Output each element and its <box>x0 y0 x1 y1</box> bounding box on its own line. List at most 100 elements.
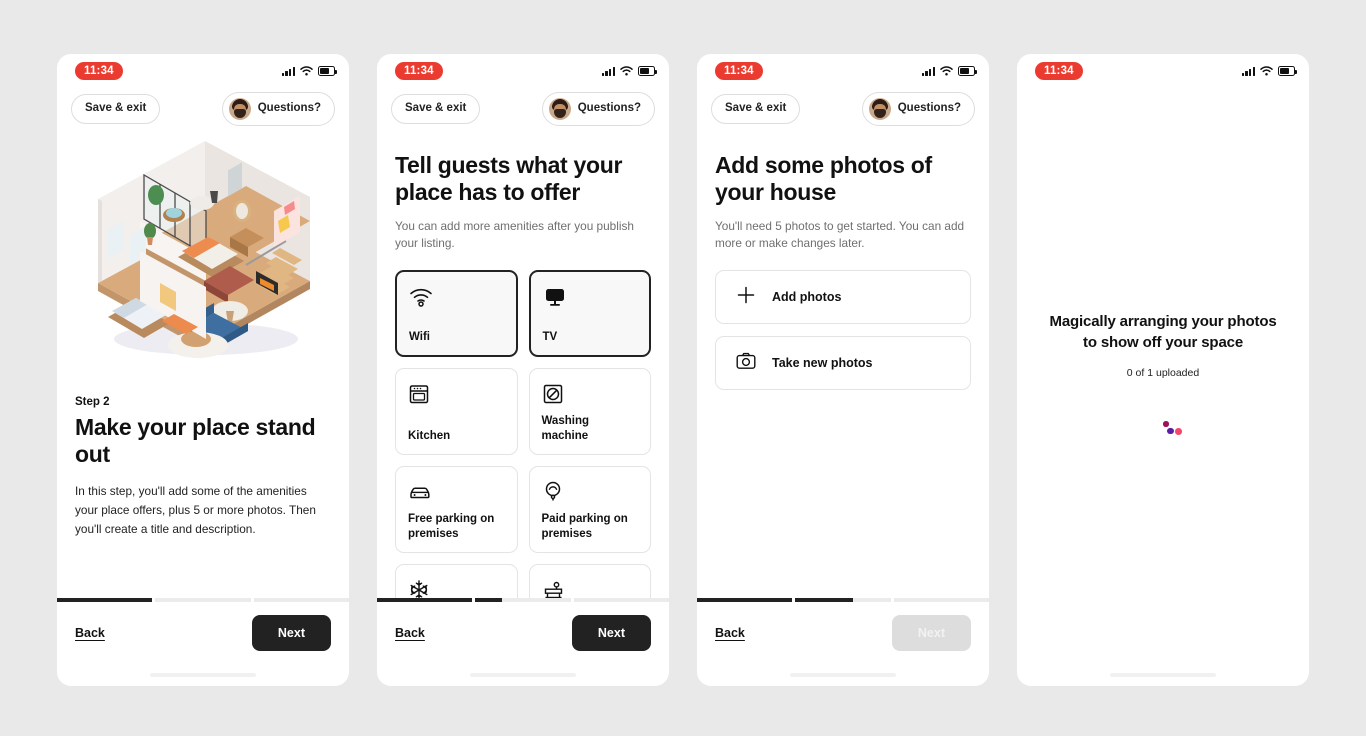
wifi-icon <box>620 66 633 76</box>
phone-screen-uploading: 11:34 Magically arranging your photos to… <box>1017 54 1309 686</box>
status-bar: 11:34 <box>697 54 989 88</box>
amenity-label: Wifi <box>409 331 430 344</box>
bbq-grill-icon <box>542 577 639 598</box>
status-bar: 11:34 <box>57 54 349 88</box>
photos-content: Add some photos of your house You'll nee… <box>697 126 989 598</box>
progress-segment <box>893 598 989 602</box>
progress-bar <box>377 598 669 602</box>
status-time: 11:34 <box>715 62 763 80</box>
progress-segment <box>57 598 153 602</box>
amenity-card-washing-machine[interactable]: Washing machine <box>528 368 651 456</box>
top-nav: Save & exit Questions? <box>697 88 989 126</box>
wifi-icon <box>300 66 313 76</box>
amenity-card-wifi[interactable]: Wifi <box>395 270 518 358</box>
camera-icon <box>736 352 756 375</box>
signal-icon <box>1241 66 1255 76</box>
uploading-content: Magically arranging your photos to show … <box>1017 88 1309 664</box>
back-button[interactable]: Back <box>715 626 745 640</box>
back-button[interactable]: Back <box>395 626 425 640</box>
car-icon <box>408 479 505 505</box>
status-icon-group <box>281 66 338 76</box>
status-bar: 11:34 <box>377 54 669 88</box>
next-button[interactable]: Next <box>891 614 971 652</box>
footer-intro: Back Next <box>57 598 349 686</box>
intro-content: Step 2 Make your place stand out In this… <box>57 126 349 598</box>
battery-icon <box>318 66 338 76</box>
home-indicator <box>57 664 349 686</box>
battery-icon <box>1278 66 1298 76</box>
amenity-card-air-conditioning[interactable]: Air conditioning <box>395 564 518 598</box>
progress-segment <box>475 598 571 602</box>
plus-icon <box>736 285 756 310</box>
amenity-card-kitchen[interactable]: Kitchen <box>395 368 518 456</box>
phone-screen-amenities: 11:34 Save & exit Questions? Tell guests… <box>377 54 669 686</box>
questions-label: Questions? <box>897 102 961 115</box>
avatar <box>548 98 571 120</box>
questions-label: Questions? <box>257 102 321 115</box>
add-photos-label: Add photos <box>772 290 842 305</box>
status-icon-group <box>1241 66 1298 76</box>
progress-bar <box>697 598 989 602</box>
amenity-label: Washing machine <box>541 415 590 443</box>
amenity-grid: Wifi TV Kitchen Washing machine Free par… <box>395 270 651 598</box>
save-and-exit-button[interactable]: Save & exit <box>711 94 801 124</box>
next-button[interactable]: Next <box>571 614 651 652</box>
next-button[interactable]: Next <box>251 614 331 652</box>
top-nav: Save & exit Questions? <box>377 88 669 126</box>
save-and-exit-button[interactable]: Save & exit <box>71 94 161 124</box>
progress-segment <box>253 598 349 602</box>
loading-dots <box>1152 421 1182 435</box>
progress-bar <box>57 598 349 602</box>
washing-machine-icon <box>542 381 639 407</box>
amenity-card-tv[interactable]: TV <box>528 270 651 358</box>
progress-segment <box>697 598 793 602</box>
isometric-house-illustration <box>57 128 349 378</box>
status-time: 11:34 <box>395 62 443 80</box>
page-title: Make your place stand out <box>75 414 316 468</box>
amenity-label: Paid parking on premises <box>541 513 628 541</box>
phone-screen-intro: 11:34 Save & exit Questions? Step 2 Make… <box>57 54 349 686</box>
progress-segment <box>573 598 669 602</box>
signal-icon <box>921 66 935 76</box>
save-and-exit-button[interactable]: Save & exit <box>391 94 481 124</box>
back-button[interactable]: Back <box>75 626 105 640</box>
status-icon-group <box>601 66 658 76</box>
amenity-card-bbq-grill[interactable]: BBQ grill <box>528 564 651 598</box>
page-subtitle: You can add more amenities after you pub… <box>395 219 634 251</box>
amenity-label: TV <box>542 331 558 344</box>
oven-icon <box>408 381 505 407</box>
avatar <box>228 98 251 120</box>
step-label: Step 2 <box>75 396 110 408</box>
questions-label: Questions? <box>577 102 641 115</box>
page-title: Tell guests what your place has to offer <box>395 152 623 206</box>
amenity-card-free-parking[interactable]: Free parking on premises <box>395 466 518 554</box>
battery-icon <box>638 66 658 76</box>
add-photos-button[interactable]: Add photos <box>715 270 971 325</box>
footer-photos: Back Next <box>697 598 989 686</box>
footer-uploading <box>1017 664 1309 686</box>
snowflake-icon <box>408 577 505 598</box>
loading-title: Magically arranging your photos to show … <box>1049 313 1277 351</box>
home-indicator <box>697 664 989 686</box>
home-indicator <box>377 664 669 686</box>
phone-screen-photos: 11:34 Save & exit Questions? Add some ph… <box>697 54 989 686</box>
status-time: 11:34 <box>75 62 123 80</box>
screenshot-stage: 11:34 Save & exit Questions? Step 2 Make… <box>0 0 1366 736</box>
tv-icon <box>543 284 638 310</box>
progress-segment <box>795 598 891 602</box>
home-indicator <box>1017 664 1309 686</box>
page-title: Add some photos of your house <box>715 152 932 206</box>
amenity-card-paid-parking[interactable]: Paid parking on premises <box>528 466 651 554</box>
questions-button[interactable]: Questions? <box>221 92 335 126</box>
take-new-photos-button[interactable]: Take new photos <box>715 336 971 391</box>
status-bar: 11:34 <box>1017 54 1309 88</box>
avatar <box>868 98 891 120</box>
questions-button[interactable]: Questions? <box>541 92 655 126</box>
amenity-label: Free parking on premises <box>408 513 495 541</box>
parking-meter-icon <box>542 479 639 505</box>
wifi-icon <box>1260 66 1273 76</box>
wifi-icon <box>940 66 953 76</box>
questions-button[interactable]: Questions? <box>861 92 975 126</box>
progress-segment <box>377 598 473 602</box>
wifi-icon <box>409 284 504 310</box>
